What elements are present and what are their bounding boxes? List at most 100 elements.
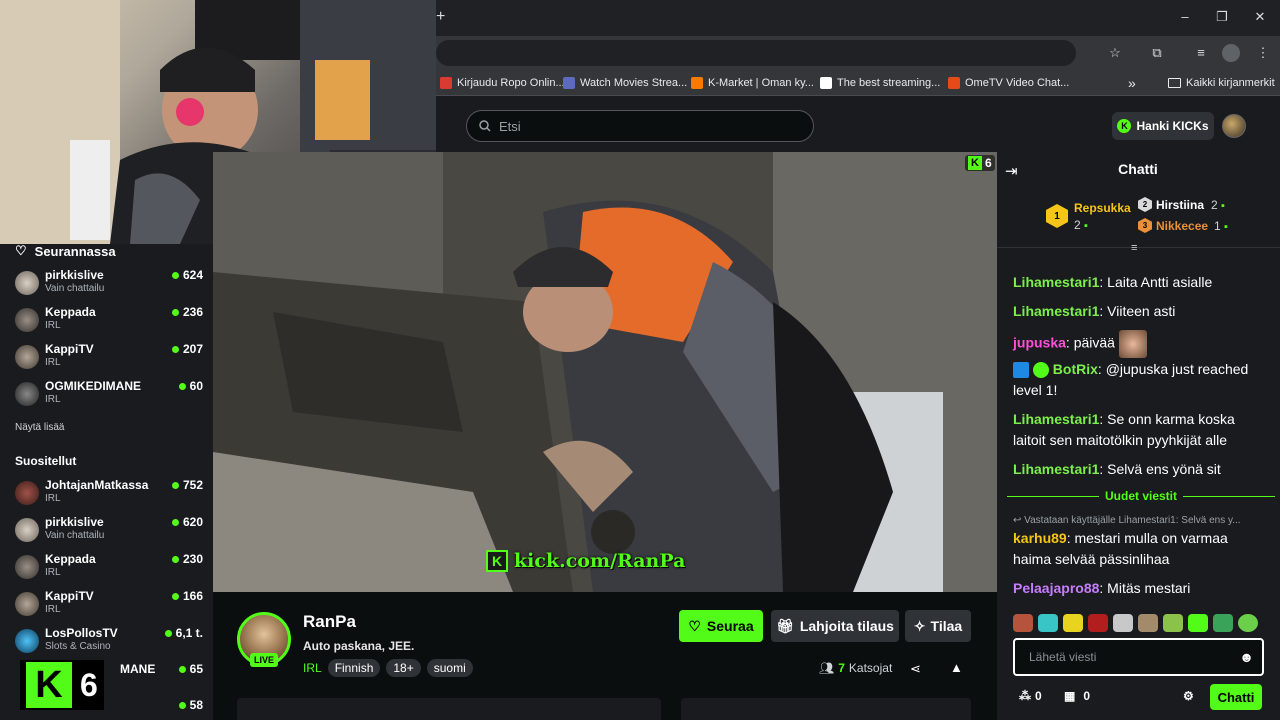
get-kicks-button[interactable]: K Hanki KICKs [1112, 112, 1214, 140]
viewer-count: 58 [178, 698, 203, 712]
chat-message: Lihamestari1: Se onn karma koska laitoit… [1013, 409, 1268, 451]
leaderboard-name[interactable]: Nikkecee [1156, 219, 1208, 233]
tag-finnish[interactable]: Finnish [327, 659, 381, 677]
chat-username[interactable]: Lihamestari1 [1013, 461, 1099, 477]
avatar [15, 555, 39, 579]
bookmark-item[interactable]: Watch Movies Strea... [563, 75, 687, 91]
chat-username[interactable]: Lihamestari1 [1013, 411, 1099, 427]
bookmark-item[interactable]: OmeTV Video Chat... [948, 75, 1069, 91]
media-icon[interactable]: ≡ [1192, 44, 1210, 62]
emote-icon[interactable] [1163, 614, 1183, 632]
sidebar-item-johtajanmatkassa[interactable]: JohtajanMatkassa IRL 752 [15, 477, 203, 511]
bookmark-item[interactable]: Kirjaudu Ropo Onlin... [440, 75, 565, 91]
live-dot-icon [171, 518, 179, 526]
user-avatar[interactable] [1222, 114, 1246, 138]
avatar [15, 382, 39, 406]
viewer-number: 7 [838, 661, 845, 675]
profile-icon[interactable] [1222, 44, 1240, 62]
sidebar-item-kappitv[interactable]: KappiTV IRL 166 [15, 588, 203, 622]
leaderboard-name[interactable]: Hirstiina [1156, 198, 1204, 212]
live-dot-icon [171, 481, 179, 489]
gear-icon[interactable]: ⚙ [1183, 689, 1194, 703]
kicks-balance[interactable]: ⁂ 0 [1019, 689, 1042, 703]
chat-message: jupuska: päivää [1013, 330, 1268, 358]
sidebar-item-pirkkislive[interactable]: pirkkislive Vain chattailu 620 [15, 514, 203, 548]
following-heading: ♡ Seurannassa [15, 243, 116, 259]
live-badge: LIVE [250, 653, 278, 667]
follow-button[interactable]: ♡ Seuraa [679, 610, 763, 642]
chat-username[interactable]: karhu89 [1013, 530, 1067, 546]
live-dot-icon [178, 665, 186, 673]
verified-badge-icon [1032, 362, 1049, 379]
chat-username[interactable]: Lihamestari1 [1013, 274, 1099, 290]
new-messages-divider[interactable]: Uudet viestit [1007, 489, 1276, 503]
sidebar-item-keppada[interactable]: Keppada IRL 230 [15, 551, 203, 585]
emote-icon[interactable] [1088, 614, 1108, 632]
chat-username[interactable]: Pelaajapro88 [1013, 580, 1099, 596]
chat-title: Chatti [1118, 161, 1158, 177]
sidebar-item-ogmikedimane[interactable]: OGMIKEDIMANE IRL 60 [15, 378, 203, 412]
chat-username[interactable]: Lihamestari1 [1013, 303, 1099, 319]
chat-username[interactable]: BotRix [1053, 361, 1098, 377]
show-more-link[interactable]: Näytä lisää [15, 422, 64, 433]
search-placeholder: Etsi [499, 118, 521, 134]
filter-icon[interactable]: ≡ [1131, 242, 1137, 254]
video-watermark: K kick.com/RanPa [486, 550, 685, 572]
subscribe-button[interactable]: ✧ Tilaa [905, 610, 971, 642]
emote-icon[interactable] [1238, 614, 1258, 632]
emote-icon[interactable] [1013, 614, 1033, 632]
restore-icon[interactable]: ❐ [1212, 8, 1232, 26]
extensions-icon[interactable]: ⧉ [1148, 44, 1166, 62]
emoji-icon[interactable]: ☻ [1239, 649, 1254, 665]
bookmark-item[interactable]: K-Market | Oman ky... [691, 75, 814, 91]
heart-icon: ♡ [15, 243, 27, 258]
category-link[interactable]: IRL [303, 661, 322, 675]
gift-sub-label: Lahjoita tilaus [799, 618, 894, 634]
tag-suomi[interactable]: suomi [426, 659, 473, 677]
streamer-name[interactable]: RanPa [303, 612, 356, 632]
viewer-number: 58 [189, 698, 203, 712]
search-input[interactable]: Etsi [466, 110, 814, 142]
video-player[interactable] [213, 152, 997, 592]
bookmark-favicon-icon [440, 77, 452, 89]
address-field[interactable] [436, 40, 1076, 66]
gift-icon: ▪ [1221, 200, 1225, 212]
close-icon[interactable]: ✕ [1250, 8, 1270, 26]
viewer-number: 236 [182, 305, 203, 319]
avatar [15, 481, 39, 505]
chat-input-placeholder: Lähetä viesti [1029, 650, 1097, 664]
sidebar-item-lospollostv[interactable]: LosPollosTV Slots & Casino 6,1 t. [15, 625, 203, 659]
sidebar-item-kappitv[interactable]: KappiTV IRL 207 [15, 341, 203, 375]
reply-hint-text: Vastataan käyttäjälle Lihamestari1: Selv… [1024, 515, 1241, 526]
minimize-icon[interactable]: – [1175, 8, 1195, 26]
send-chat-button[interactable]: Chatti [1210, 684, 1262, 710]
tag-18plus[interactable]: 18+ [386, 659, 421, 677]
viewer-count: 👥︎ 7 Katsojat [819, 661, 892, 675]
sidebar-item-keppada[interactable]: Keppada IRL 236 [15, 304, 203, 338]
leaderboard-name[interactable]: Repsukka [1074, 201, 1131, 215]
share-icon[interactable]: ⋖ [910, 661, 921, 677]
menu-icon[interactable]: ⋮ [1254, 44, 1272, 62]
store-balance[interactable]: ▦ 0 [1064, 689, 1090, 703]
warning-icon[interactable]: ▲ [950, 660, 963, 675]
video-corner-badge: K 6 [965, 155, 995, 171]
star-icon[interactable]: ☆ [1106, 44, 1124, 62]
viewer-count: 230 [171, 552, 203, 566]
emote-icon[interactable] [1213, 614, 1233, 632]
gift-sub-button[interactable]: 🎁︎ Lahjoita tilaus [771, 610, 899, 642]
chat-username[interactable]: jupuska [1013, 335, 1066, 351]
sidebar-item-pirkkislive[interactable]: pirkkislive Vain chattailu 624 [15, 267, 203, 301]
emote-icon[interactable] [1063, 614, 1083, 632]
heart-icon: ♡ [688, 617, 701, 634]
emote-icon[interactable] [1113, 614, 1133, 632]
chat-input[interactable]: Lähetä viesti ☻ [1013, 638, 1264, 676]
bookmark-item[interactable]: The best streaming... [820, 75, 940, 91]
chevron-right-icon[interactable]: » [1128, 75, 1136, 91]
channel-name: pirkkislive [45, 515, 104, 529]
new-tab-button[interactable]: + [436, 8, 445, 26]
emote-icon[interactable] [1038, 614, 1058, 632]
collapse-chat-icon[interactable]: ⇥ [1005, 162, 1018, 180]
all-bookmarks[interactable]: Kaikki kirjanmerkit [1168, 75, 1275, 91]
emote-icon[interactable] [1138, 614, 1158, 632]
emote-icon[interactable] [1188, 614, 1208, 632]
